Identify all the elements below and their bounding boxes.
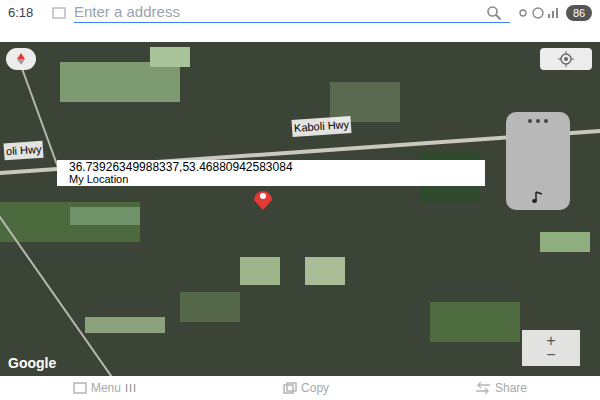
more-icon[interactable] — [526, 118, 550, 124]
compass-button[interactable] — [6, 48, 36, 70]
my-location-button[interactable] — [540, 48, 592, 70]
pin-label: My Location — [69, 173, 473, 185]
menu-button[interactable]: Menu III — [65, 379, 145, 397]
map[interactable]: 36.73926349988337,53.46880942583084 My L… — [0, 42, 600, 376]
target-icon — [558, 51, 574, 67]
zoom-in-button[interactable]: + — [546, 334, 555, 348]
search-input[interactable] — [74, 1, 486, 24]
google-attribution: Google — [8, 353, 56, 374]
button-label: Copy — [301, 379, 329, 397]
location-popup: 36.73926349988337,53.46880942583084 My L… — [57, 160, 485, 186]
share-button[interactable]: Share — [467, 379, 535, 397]
zoom-out-button[interactable]: − — [546, 348, 555, 362]
bottom-bar: Menu III Copy Share — [0, 376, 600, 400]
button-label: Menu — [91, 379, 121, 397]
copy-icon — [283, 382, 297, 394]
battery: 86 — [566, 5, 592, 22]
road-label: oli Hwy — [3, 141, 44, 160]
time: 6:18 — [8, 3, 44, 23]
signal-icon — [518, 6, 558, 20]
road-label: Kaboli Hwy — [291, 116, 351, 137]
top-bar: 6:18 86 — [0, 0, 600, 26]
pin-icon[interactable] — [250, 188, 276, 210]
compass-icon — [13, 52, 29, 66]
menu-icon — [73, 382, 87, 394]
side-panel[interactable] — [506, 112, 570, 210]
search-icon[interactable] — [486, 5, 502, 21]
button-label: Share — [495, 379, 527, 397]
image-icon — [52, 7, 66, 19]
menu-glyph: III — [125, 380, 137, 397]
search-field[interactable] — [74, 3, 510, 23]
coordinates: 36.73926349988337,53.46880942583084 — [69, 161, 473, 173]
copy-button[interactable]: Copy — [275, 379, 337, 397]
road — [19, 63, 62, 176]
share-icon — [475, 382, 491, 394]
music-note-icon[interactable] — [531, 190, 545, 204]
zoom-control[interactable]: + − — [522, 330, 580, 366]
